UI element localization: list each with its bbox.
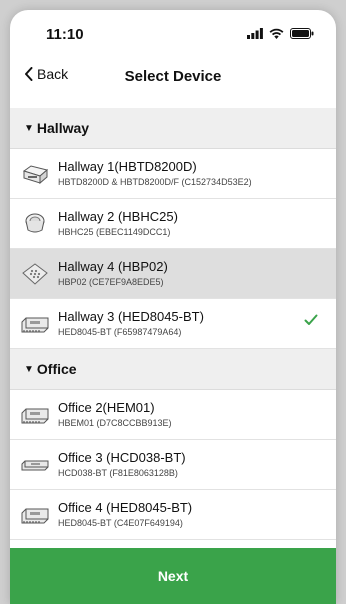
section-header-office[interactable]: ▼ Office xyxy=(10,349,336,390)
status-icons xyxy=(247,28,314,39)
device-name: Office 2(HEM01) xyxy=(58,400,155,415)
section-label: Office xyxy=(36,361,77,377)
collapse-triangle-icon: ▼ xyxy=(24,122,34,134)
status-time: 11:10 xyxy=(46,26,84,43)
battery-icon xyxy=(290,28,314,39)
device-name: Office 4 (HED8045-BT) xyxy=(58,500,193,515)
status-bar: 11:10 xyxy=(10,10,336,56)
device-row[interactable]: Hallway 2 (HBHC25) HBHC25 (EBEC1149DCC1) xyxy=(10,199,336,249)
page-title: Select Device xyxy=(124,67,222,85)
device-row[interactable]: Hallway 4 (HBP02) HBP02 (CE7EF9A8EDE5) xyxy=(10,249,336,299)
thermostat-box-icon xyxy=(20,162,50,186)
device-name: Office 3 (HCD038-BT) xyxy=(58,450,186,465)
chevron-left-icon xyxy=(25,67,33,81)
device-name: Hallway 1(HBTD8200D) xyxy=(58,159,197,174)
device-model: HCD038-BT (F81E8063128B) xyxy=(58,468,178,478)
device-row[interactable]: Hallway 3 (HED8045-BT) HED8045-BT (F6598… xyxy=(10,299,336,349)
device-model: HBEM01 (D7C8CCBB913E) xyxy=(58,418,172,428)
device-model: HED8045-BT (F65987479A64) xyxy=(58,327,182,337)
device-name: Hallway 2 (HBHC25) xyxy=(58,209,178,224)
round-dial-icon xyxy=(20,212,50,236)
device-row[interactable]: Hallway 1(HBTD8200D) HBTD8200D & HBTD820… xyxy=(10,149,336,199)
device-row[interactable]: Office 3 (HCD038-BT) HCD038-BT (F81E8063… xyxy=(10,440,336,490)
next-button[interactable]: Next xyxy=(10,548,336,604)
device-list: ▼ Hallway Hallway 1(HBTD8200D) HBTD8200D… xyxy=(10,108,336,540)
wifi-icon xyxy=(269,28,284,39)
checkmark-icon xyxy=(304,314,318,325)
din-module-icon xyxy=(20,403,50,427)
device-row[interactable]: Office 2(HEM01) HBEM01 (D7C8CCBB913E) xyxy=(10,390,336,440)
phone-screen: 11:10 Back Select Device ▼ Hallway Hallw… xyxy=(10,10,336,604)
din-module-icon xyxy=(20,503,50,527)
back-label: Back xyxy=(37,66,69,82)
back-button[interactable]: Back xyxy=(24,66,68,82)
device-model: HED8045-BT (C4E07F649194) xyxy=(58,518,183,528)
device-name: Hallway 4 (HBP02) xyxy=(58,259,168,274)
navigation-bar: Back Select Device xyxy=(10,56,336,96)
slim-module-icon xyxy=(20,453,50,477)
device-name: Hallway 3 (HED8045-BT) xyxy=(58,309,204,324)
cellular-signal-icon xyxy=(247,28,263,39)
collapse-triangle-icon: ▼ xyxy=(24,363,34,375)
device-row[interactable]: Office 4 (HED8045-BT) HED8045-BT (C4E07F… xyxy=(10,490,336,540)
section-label: Hallway xyxy=(36,120,90,136)
device-model: HBTD8200D & HBTD8200D/F (C152734D53E2) xyxy=(58,177,252,187)
next-button-label: Next xyxy=(157,568,189,584)
din-module-icon xyxy=(20,312,50,336)
device-model: HBHC25 (EBEC1149DCC1) xyxy=(58,227,171,237)
device-model: HBP02 (CE7EF9A8EDE5) xyxy=(58,277,164,287)
section-header-hallway[interactable]: ▼ Hallway xyxy=(10,108,336,149)
keypad-plate-icon xyxy=(20,262,50,286)
